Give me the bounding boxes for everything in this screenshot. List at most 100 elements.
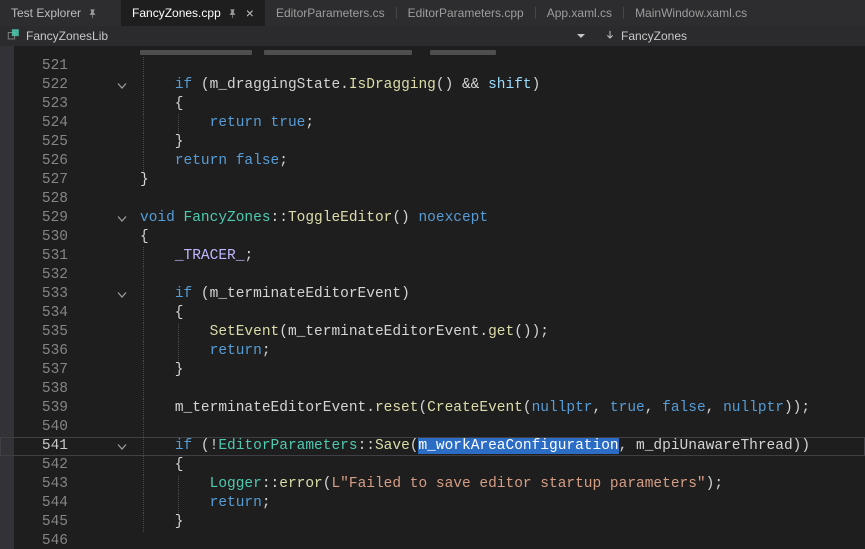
code-token: _TRACER_ [175, 248, 245, 264]
fold-margin [112, 247, 132, 266]
indent-guide [143, 152, 144, 171]
tab-label: EditorParameters.cpp [408, 6, 524, 20]
tab-test-explorer[interactable]: Test Explorer [0, 0, 109, 26]
code-editor[interactable]: 521522 if (m_draggingState.IsDragging() … [0, 46, 865, 549]
tab-label: FancyZones.cpp [132, 6, 221, 20]
code-line-546[interactable]: 546 [0, 532, 865, 549]
code-line-541[interactable]: 541 if (!EditorParameters::Save(m_workAr… [0, 437, 865, 456]
tab-editorparameters-cs[interactable]: EditorParameters.cs [265, 0, 396, 26]
code-text [132, 266, 865, 285]
code-token: Save [375, 438, 410, 454]
project-dropdown[interactable]: FancyZonesLib [0, 26, 592, 46]
code-token: reset [375, 400, 419, 416]
code-line-530[interactable]: 530{ [0, 228, 865, 247]
tab-label: EditorParameters.cs [276, 6, 385, 20]
fold-chevron-icon[interactable] [112, 285, 132, 304]
tab-mainwindow-xaml-cs[interactable]: MainWindow.xaml.cs [624, 0, 758, 26]
indent-guide [178, 475, 179, 494]
code-token: return [210, 343, 262, 359]
code-token: FancyZones [184, 210, 271, 226]
code-token: ()); [514, 324, 549, 340]
code-token: (! [192, 438, 218, 454]
code-line-533[interactable]: 533 if (m_terminateEditorEvent) [0, 285, 865, 304]
code-line-534[interactable]: 534 { [0, 304, 865, 323]
fold-margin [112, 399, 132, 418]
code-token: )); [784, 400, 810, 416]
code-token: SetEvent [210, 324, 280, 340]
code-line-527[interactable]: 527} [0, 171, 865, 190]
code-line-535[interactable]: 535 SetEvent(m_terminateEditorEvent.get(… [0, 323, 865, 342]
code-token [175, 210, 184, 226]
tab-fancyzones-cpp[interactable]: FancyZones.cpp × [121, 0, 265, 26]
project-icon [7, 28, 20, 44]
code-token: { [140, 305, 184, 321]
line-number: 536 [14, 342, 78, 361]
tab-app-xaml-cs[interactable]: App.xaml.cs [536, 0, 623, 26]
code-token: m_terminateEditorEvent [175, 400, 366, 416]
code-token: error [279, 476, 323, 492]
code-token: get [488, 324, 514, 340]
tab-label: App.xaml.cs [547, 6, 612, 20]
code-token [140, 400, 175, 416]
code-token: ; [305, 115, 314, 131]
pin-icon[interactable] [87, 8, 98, 19]
code-line-539[interactable]: 539 m_terminateEditorEvent.reset(CreateE… [0, 399, 865, 418]
code-text: void FancyZones::ToggleEditor() noexcept [132, 209, 865, 228]
code-line-540[interactable]: 540 [0, 418, 865, 437]
code-line-544[interactable]: 544 return; [0, 494, 865, 513]
indent-guide [178, 342, 179, 361]
fold-chevron-icon[interactable] [112, 209, 132, 228]
code-line-528[interactable]: 528 [0, 190, 865, 209]
type-dropdown[interactable]: FancyZones [592, 26, 699, 46]
indent-guide [143, 133, 144, 152]
line-number: 539 [14, 399, 78, 418]
code-line-545[interactable]: 545 } [0, 513, 865, 532]
code-token: ( [418, 400, 427, 416]
code-token: :: [271, 210, 288, 226]
close-icon[interactable]: × [246, 6, 254, 20]
code-line-526[interactable]: 526 return false; [0, 152, 865, 171]
pin-icon[interactable] [227, 8, 238, 19]
code-token: nullptr [532, 400, 593, 416]
code-text: return false; [132, 152, 865, 171]
code-token: } [140, 362, 184, 378]
code-line-523[interactable]: 523 { [0, 95, 865, 114]
fold-margin [112, 171, 132, 190]
fold-margin [112, 190, 132, 209]
chevron-down-icon [577, 34, 585, 38]
indent-guide [143, 266, 144, 285]
code-line-543[interactable]: 543 Logger::error(L"Failed to save edito… [0, 475, 865, 494]
code-line-531[interactable]: 531 _TRACER_; [0, 247, 865, 266]
tab-editorparameters-cpp[interactable]: EditorParameters.cpp [397, 0, 535, 26]
code-line-529[interactable]: 529void FancyZones::ToggleEditor() noexc… [0, 209, 865, 228]
code-line-542[interactable]: 542 { [0, 456, 865, 475]
line-number: 544 [14, 494, 78, 513]
selected-text: m_workAreaConfiguration [418, 438, 618, 454]
code-text: Logger::error(L"Failed to save editor st… [132, 475, 865, 494]
code-token: false [236, 153, 280, 169]
fold-margin [112, 494, 132, 513]
code-token: :: [262, 476, 279, 492]
fold-margin [112, 228, 132, 247]
indent-guide [143, 437, 144, 456]
code-text: return; [132, 494, 865, 513]
code-token [140, 77, 175, 93]
code-line-524[interactable]: 524 return true; [0, 114, 865, 133]
fold-chevron-icon[interactable] [112, 76, 132, 95]
fold-margin [112, 342, 132, 361]
fold-chevron-icon[interactable] [112, 437, 132, 456]
code-area[interactable]: 521522 if (m_draggingState.IsDragging() … [0, 46, 865, 549]
line-number: 532 [14, 266, 78, 285]
code-text [132, 418, 865, 437]
code-line-525[interactable]: 525 } [0, 133, 865, 152]
code-line-521[interactable]: 521 [0, 57, 865, 76]
code-line-536[interactable]: 536 return; [0, 342, 865, 361]
code-token: } [140, 172, 149, 188]
code-line-537[interactable]: 537 } [0, 361, 865, 380]
code-token: ); [706, 476, 723, 492]
code-line-522[interactable]: 522 if (m_draggingState.IsDragging() && … [0, 76, 865, 95]
line-number: 537 [14, 361, 78, 380]
code-line-538[interactable]: 538 [0, 380, 865, 399]
code-line-532[interactable]: 532 [0, 266, 865, 285]
code-token: ) [401, 286, 410, 302]
